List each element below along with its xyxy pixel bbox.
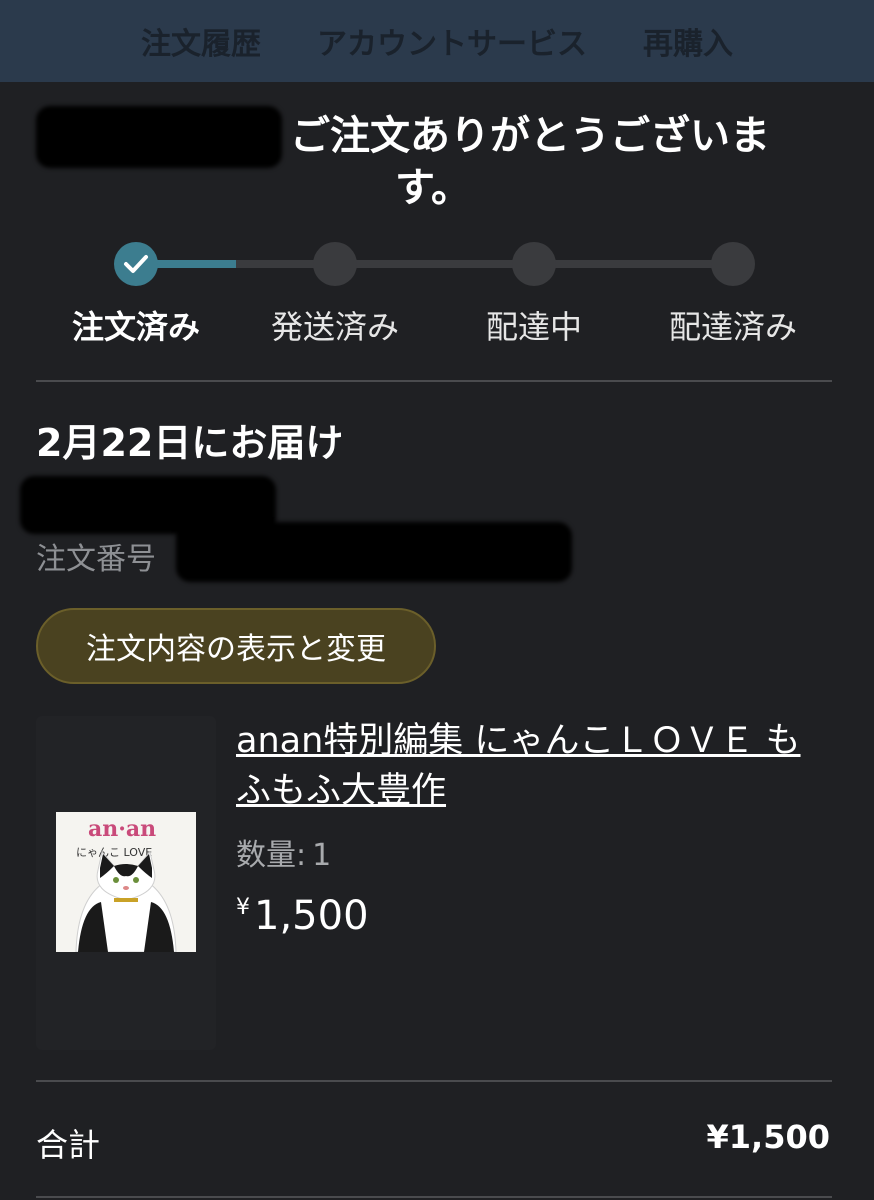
- order-progress-tracker: 注文済み 発送済み 配達中 配達済み: [0, 236, 874, 346]
- item-title-link[interactable]: anan特別編集 にゃんこＬＯＶＥ もふもふ大豊作: [236, 716, 826, 816]
- divider: [36, 1196, 832, 1198]
- step-label-delivered: 配達済み: [668, 308, 797, 346]
- item-price: ¥1,500: [236, 893, 369, 939]
- divider: [36, 380, 832, 382]
- redacted-order-number: [176, 522, 572, 582]
- item-thumbnail-frame[interactable]: an·an にゃんこ LOVE: [36, 716, 216, 1050]
- view-edit-order-button[interactable]: 注文内容の表示と変更: [36, 608, 436, 684]
- redacted-name: [36, 106, 282, 168]
- top-navigation: 注文履歴 アカウントサービス 再購入: [0, 0, 874, 82]
- quantity-value: 1: [312, 838, 332, 873]
- step-label-ordered: 注文済み: [71, 308, 200, 346]
- nav-account-service[interactable]: アカウントサービス: [317, 19, 587, 63]
- thank-you-line1: ご注文ありがとうございま: [290, 113, 770, 159]
- step-label-shipped: 発送済み: [270, 308, 399, 346]
- step-delivered-dot: [711, 242, 755, 286]
- thank-you-line2: す。: [395, 165, 471, 211]
- total-value: ¥1,500: [706, 1118, 830, 1156]
- nav-order-history[interactable]: 注文履歴: [141, 19, 261, 63]
- cat-illustration: [75, 850, 177, 952]
- thank-you-heading: ご注文ありがとうございま す。: [290, 110, 830, 214]
- currency-symbol: ¥: [236, 895, 250, 920]
- price-value: 1,500: [254, 893, 369, 939]
- step-label-in-transit: 配達中: [485, 308, 582, 346]
- total-label: 合計: [36, 1126, 101, 1164]
- step-shipped-dot: [313, 242, 357, 286]
- delivery-date: 2月22日にお届け: [36, 421, 344, 465]
- order-number-label: 注文番号: [36, 542, 156, 577]
- magazine-cover-image: an·an にゃんこ LOVE: [56, 812, 196, 952]
- step-ordered-check-icon: [114, 242, 158, 286]
- quantity-label: 数量:: [236, 838, 307, 873]
- check-icon: [124, 255, 148, 273]
- nav-buy-again[interactable]: 再購入: [643, 19, 733, 63]
- divider: [36, 1080, 832, 1082]
- item-quantity: 数量: 1: [236, 830, 331, 874]
- step-in-transit-dot: [512, 242, 556, 286]
